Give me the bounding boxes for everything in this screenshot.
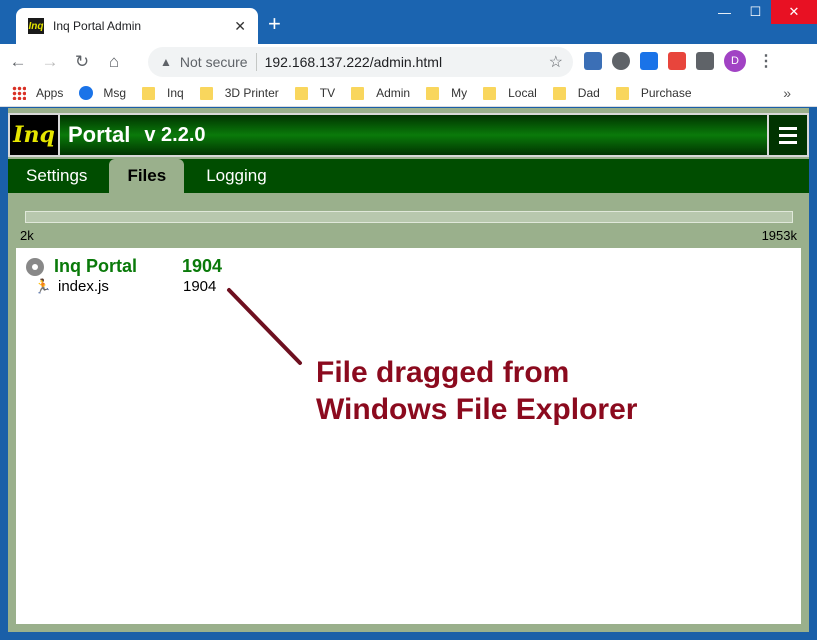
bookmark-label: Msg [103,86,127,100]
app-banner: Portal v 2.2.0 [60,115,767,155]
bookmark-folder-dad[interactable]: Dad [552,86,600,100]
window-controls: — ☐ ✕ [709,0,817,24]
bookmark-folder-inq[interactable]: Inq [142,86,184,100]
annotation-line-1: File dragged from [316,356,570,389]
url-text[interactable]: 192.168.137.222/admin.html [265,54,549,70]
bookmark-label: Local [508,86,537,100]
bookmark-folder-admin[interactable]: Admin [351,86,410,100]
address-bar[interactable]: ▲ Not secure 192.168.137.222/admin.html … [148,47,573,77]
maximize-button[interactable]: ☐ [740,0,771,24]
tab-files[interactable]: Files [109,159,185,193]
bookmark-folder-tv[interactable]: TV [294,86,336,100]
extension-icons: D ⋮ [584,50,774,72]
folder-icon [142,86,156,100]
bookmark-label: Dad [577,86,600,100]
storage-usage-bar [25,211,793,223]
annotation-text: File dragged from Windows File Explorer [316,354,637,428]
security-label[interactable]: Not secure [180,54,248,70]
bookmark-label: Apps [36,86,64,100]
new-tab-button[interactable]: + [268,12,281,36]
home-button[interactable]: ⌂ [100,48,128,76]
extension-3-icon[interactable] [640,52,658,70]
bookmark-folder-local[interactable]: Local [483,86,537,100]
folder-icon [552,86,566,100]
browser-toolbar: ← → ↻ ⌂ ▲ Not secure 192.168.137.222/adm… [0,44,817,80]
hamburger-menu-icon[interactable] [767,115,807,155]
tab-title: Inq Portal Admin [53,19,142,33]
folder-icon [426,86,440,100]
bookmark-msg[interactable]: Msg [79,86,126,100]
page-content: Inq Portal v 2.2.0 Settings Files Loggin… [8,108,809,632]
tab-settings[interactable]: Settings [8,159,105,193]
inq-logo: Inq [10,115,60,155]
bookmark-star-icon[interactable]: ☆ [549,52,563,72]
profile-avatar[interactable]: D [724,50,746,72]
close-tab-icon[interactable]: ✕ [234,18,246,35]
folder-icon [483,86,497,100]
extension-4-icon[interactable] [668,52,686,70]
inq-favicon-icon: Inq [28,18,44,34]
browser-menu-icon[interactable]: ⋮ [758,51,774,71]
bookmark-label: Admin [376,86,411,100]
bookmark-label: 3D Printer [224,86,279,100]
storage-min-label: 2k [20,228,34,243]
app-header: Inq Portal v 2.2.0 [8,113,809,157]
back-button[interactable]: ← [4,48,32,76]
puzzle-extensions-icon[interactable] [696,52,714,70]
bookmark-label: TV [319,86,336,100]
folder-icon [294,86,308,100]
annotation-line-2: Windows File Explorer [316,393,638,426]
extension-1-icon[interactable] [584,52,602,70]
annotation-arrow [227,288,302,365]
reload-button[interactable]: ↻ [68,48,96,76]
extension-2-icon[interactable] [612,52,630,70]
forward-button[interactable]: → [36,48,64,76]
bookmark-folder-purchase[interactable]: Purchase [615,86,692,100]
msg-icon [79,86,94,100]
bookmarks-bar: Apps Msg Inq 3D Printer TV Admin My Loca… [0,80,817,107]
bookmark-apps[interactable]: Apps [12,86,63,100]
bookmark-folder-my[interactable]: My [426,86,467,100]
browser-tab[interactable]: Inq Inq Portal Admin ✕ [16,8,258,44]
app-name: Portal [68,122,131,147]
omnibox-divider [255,53,257,71]
folder-icon [199,86,213,100]
app-version: v 2.2.0 [144,123,206,146]
bookmark-label: Inq [167,86,184,100]
bookmark-folder-3d-printer[interactable]: 3D Printer [199,86,279,100]
warning-icon[interactable]: ▲ [160,55,172,69]
more-bookmarks-icon[interactable]: » [783,85,791,101]
folder-icon [351,86,365,100]
apps-grid-icon [12,86,26,100]
bookmark-label: My [451,86,468,100]
tab-logging[interactable]: Logging [188,159,285,193]
folder-icon [615,86,629,100]
browser-tab-strip: Inq Inq Portal Admin ✕ + — ☐ ✕ [0,0,817,44]
bookmark-label: Purchase [640,86,692,100]
close-window-button[interactable]: ✕ [771,0,817,24]
minimize-button[interactable]: — [709,0,740,24]
app-tabs: Settings Files Logging [8,159,809,193]
files-panel[interactable]: Inq Portal 1904 🏃 index.js 1904 File dra… [16,248,801,624]
storage-max-label: 1953k [761,228,797,243]
